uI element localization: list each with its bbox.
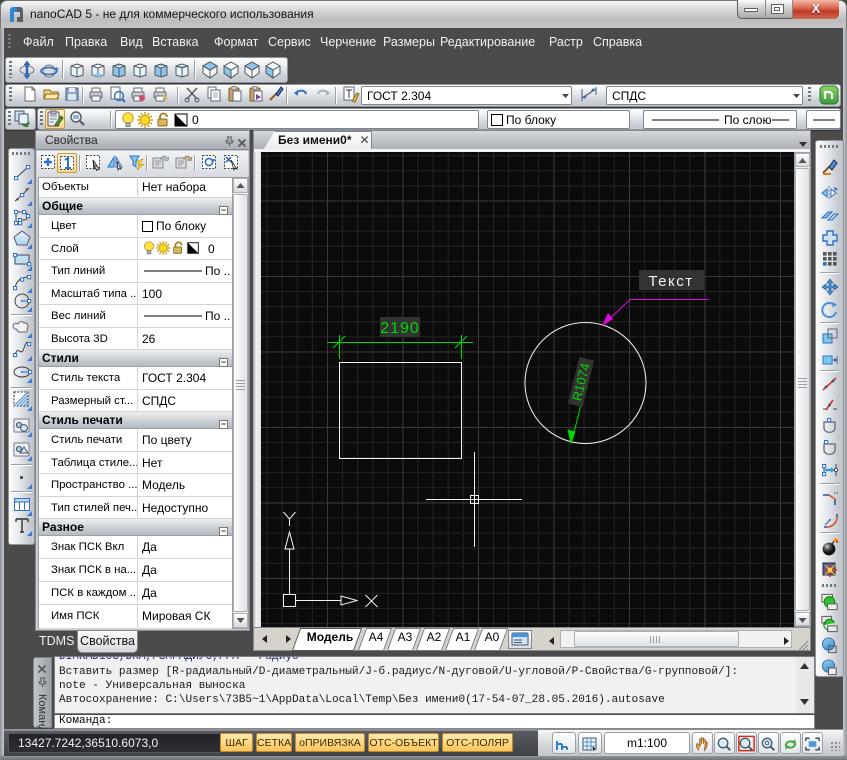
- svg-text:Текст: Текст: [648, 273, 693, 290]
- svg-text:По слою: По слою: [724, 113, 771, 127]
- svg-text:R1074: R1074: [569, 362, 593, 403]
- svg-text:По ...: По ...: [205, 310, 230, 322]
- svg-text:2190: 2190: [380, 320, 420, 337]
- svg-text:По ...: По ...: [205, 265, 230, 277]
